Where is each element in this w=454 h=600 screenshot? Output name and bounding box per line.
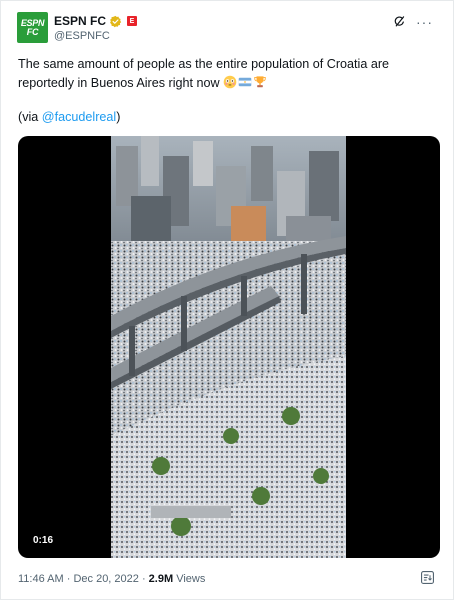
via-suffix: ) [116,110,121,124]
avatar-text-line2: FC [26,26,39,37]
tweet-text: The same amount of people as the entire … [18,55,438,93]
video-player[interactable]: 0:16 [18,136,440,558]
meta-separator: · [63,573,74,585]
top-actions: ··· [393,15,433,29]
mention-link[interactable]: @facudelreal [42,110,116,124]
source-credit: (via @facudelreal) [18,110,120,124]
trophy-icon [254,76,266,88]
flushed-face-icon [223,75,237,89]
video-timestamp: 0:16 [28,533,59,548]
via-prefix: (via [18,110,42,124]
more-icon[interactable]: ··· [416,15,433,29]
tweet-meta: 11:46 AM · Dec 20, 2022 · 2.9M Views [18,573,205,585]
tweet-time[interactable]: 11:46 AM [18,573,64,585]
views-label: Views [173,573,206,585]
author-name-row: ESPN FC E [54,14,138,28]
views-count: 2.9M [148,573,174,585]
argentina-flag-icon [238,77,252,87]
analytics-icon[interactable] [420,570,435,585]
affiliate-badge-icon: E [127,16,138,26]
handle[interactable]: @ESPNFC [54,30,110,42]
tweet-card: ESPN FC ESPN FC E @ESPNFC ··· The same a… [0,0,454,600]
display-name[interactable]: ESPN FC [54,14,106,28]
avatar[interactable]: ESPN FC [17,12,48,43]
tweet-body: The same amount of people as the entire … [18,57,390,90]
grok-icon[interactable] [393,15,406,28]
video-frame[interactable] [111,136,346,558]
crowd-scene-image [111,136,346,558]
tweet-date[interactable]: Dec 20, 2022 [73,573,138,585]
meta-separator: · [138,573,149,585]
verified-badge-icon [110,15,122,27]
